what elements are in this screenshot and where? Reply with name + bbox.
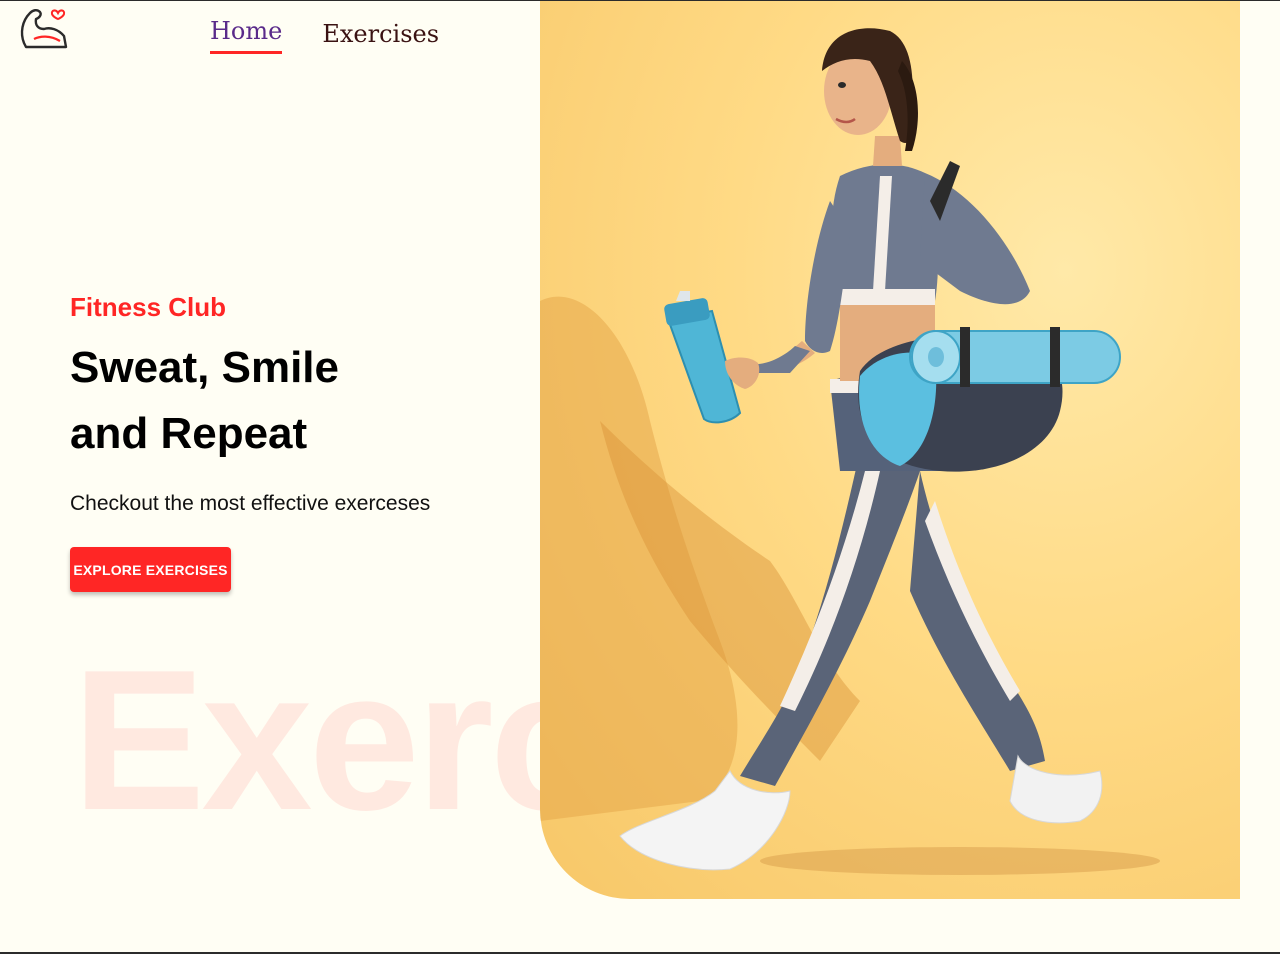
hero-headline-line1: Sweat, Smile [70, 343, 340, 392]
hero-headline-line2: and Repeat [70, 409, 308, 458]
nav-home-link[interactable]: Home [210, 17, 283, 54]
hero-subtext: Checkout the most effective exerceses [70, 492, 431, 515]
hero-banner-image [540, 1, 1240, 899]
hero-eyebrow: Fitness Club [70, 292, 227, 322]
explore-exercises-button[interactable]: EXPLORE EXERCISES [70, 547, 231, 592]
logo-icon[interactable] [18, 3, 70, 53]
hero-headline: Sweat, Smile and Repeat [70, 335, 510, 467]
nav-exercises-link[interactable]: Exercises [322, 20, 439, 54]
page: Home Exercises Fitness Club Sweat, Smile… [0, 0, 1280, 954]
woman-walking-illustration [540, 28, 1160, 875]
main-nav: Home Exercises [210, 17, 439, 54]
